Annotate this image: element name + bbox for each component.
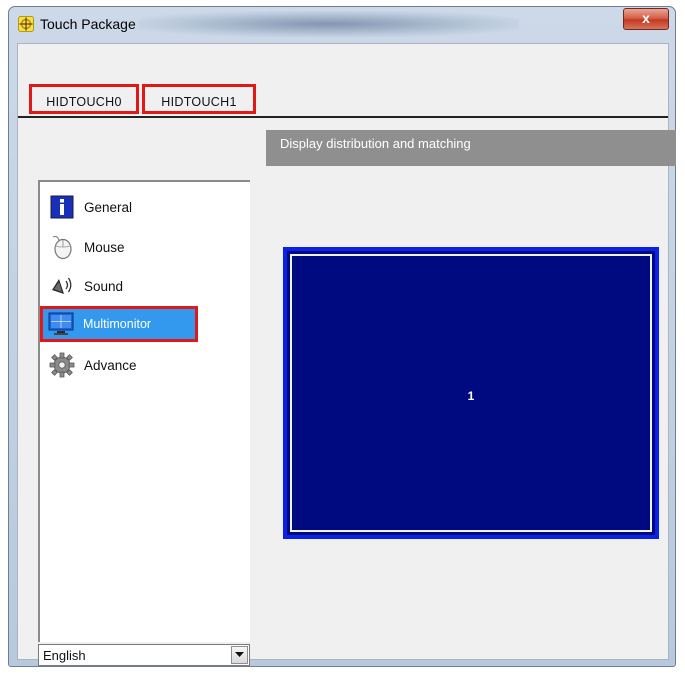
nav-item-general[interactable]: General [40,192,190,222]
close-button[interactable]: x [623,8,669,30]
gear-icon [48,352,76,378]
language-select-value: English [43,648,86,663]
info-icon [48,194,76,220]
nav-item-sound[interactable]: Sound [40,271,190,301]
tab-hidtouch1[interactable]: HIDTOUCH1 [142,84,256,114]
nav-item-advance[interactable]: Advance [40,350,190,380]
nav-label-advance: Advance [84,357,137,373]
nav-label-mouse: Mouse [84,239,125,255]
nav-label-multimonitor: Multimonitor [83,317,152,331]
nav-label-sound: Sound [84,278,124,294]
title-bar-glow [139,11,519,37]
section-header: Display distribution and matching [266,130,676,166]
tab-divider [18,116,668,118]
app-window: Touch Package x HIDTOUCH0 HIDTOUCH1 Disp… [8,6,676,667]
nav-item-multimonitor[interactable]: Multimonitor [40,306,198,342]
window-title: Touch Package [40,16,136,32]
title-bar[interactable]: Touch Package x [9,7,675,41]
speaker-icon [48,273,76,299]
nav-item-mouse[interactable]: Mouse [40,232,190,262]
app-crosshair-icon [18,16,34,32]
mouse-icon [48,234,76,260]
monitor-display[interactable]: 1 [283,247,659,539]
monitor-icon [47,311,75,337]
tab-hidtouch0[interactable]: HIDTOUCH0 [29,84,139,114]
nav-panel: General Mouse Sound Multimonitor Advance [38,180,250,642]
language-select[interactable]: English [38,644,250,666]
client-area: HIDTOUCH0 HIDTOUCH1 Display distribution… [17,43,676,666]
nav-label-general: General [84,199,133,215]
chevron-down-icon[interactable] [231,646,248,664]
monitor-number: 1 [467,389,475,403]
